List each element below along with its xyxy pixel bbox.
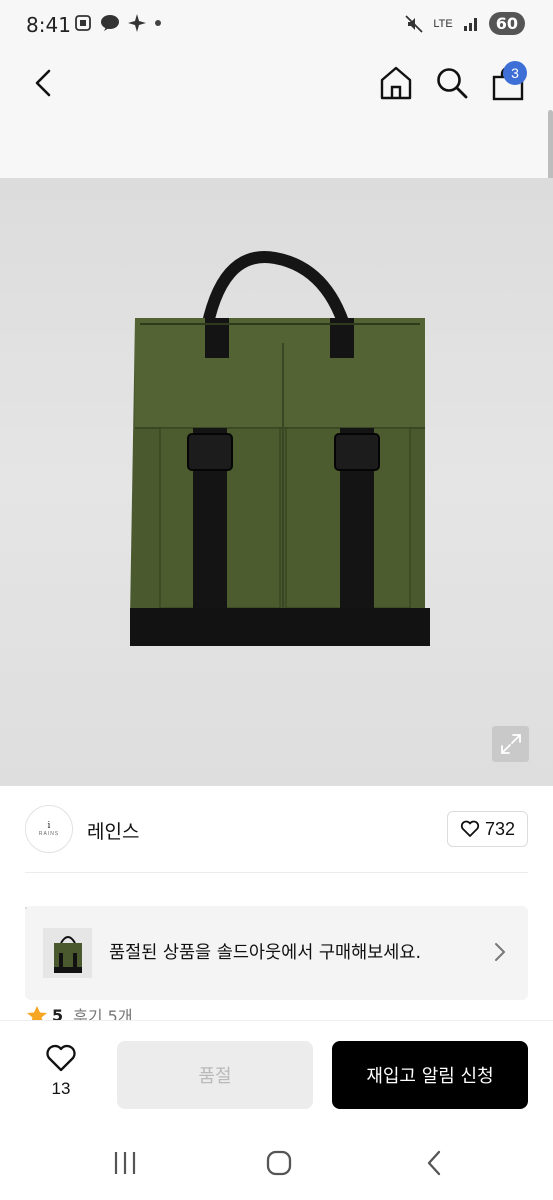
brand-logo-mark: i	[47, 820, 51, 831]
expand-icon	[500, 734, 521, 754]
network-type: LTE	[433, 17, 453, 30]
home-icon[interactable]	[379, 65, 413, 101]
soldout-button[interactable]: 품절	[117, 1041, 313, 1109]
back-nav-icon[interactable]	[424, 1149, 444, 1177]
wishlist-button[interactable]: 13	[38, 1043, 84, 1099]
tote-bag-thumbnail-image	[53, 936, 82, 973]
product-tote-bag-image	[130, 251, 430, 646]
brand-logo[interactable]: i RAINS	[25, 805, 73, 853]
back-arrow-icon[interactable]	[30, 68, 58, 98]
heart-icon	[460, 820, 480, 837]
purchase-action-bar: 13 품절 재입고 알림 신청	[0, 1020, 553, 1126]
recent-apps-icon[interactable]	[112, 1150, 138, 1176]
brand-like-count: 732	[484, 818, 516, 839]
talk-icon	[101, 15, 119, 31]
brand-logo-text: RAINS	[38, 830, 60, 837]
divider	[25, 872, 528, 873]
status-notification-icons	[74, 14, 162, 32]
home-button-icon[interactable]	[265, 1149, 293, 1177]
soldout-marketplace-banner[interactable]: 품절된 상품을 솔드아웃에서 구매해보세요.	[25, 906, 528, 1000]
app-bar	[0, 50, 553, 198]
restock-alert-button[interactable]: 재입고 알림 신청	[332, 1041, 528, 1109]
dot-icon	[155, 20, 161, 26]
brand-name[interactable]: 레인스	[87, 817, 139, 844]
banner-product-thumbnail	[43, 928, 92, 978]
signal-icon	[463, 17, 477, 31]
screenshot-icon	[75, 15, 91, 31]
system-navigation-bar	[0, 1126, 553, 1200]
chevron-right-icon	[495, 943, 506, 961]
sparkle-icon	[128, 14, 146, 32]
status-system-icons: LTE 60	[405, 12, 525, 35]
mute-icon	[405, 14, 424, 33]
search-icon[interactable]	[435, 66, 469, 100]
heart-icon	[46, 1044, 76, 1072]
expand-image-button[interactable]	[492, 726, 529, 762]
brand-like-button[interactable]: 732	[447, 811, 528, 847]
cart-count-badge: 3	[503, 61, 527, 85]
brand-row: i RAINS 레인스 732	[25, 805, 528, 855]
battery-indicator: 60	[488, 12, 525, 35]
status-bar: 8:41 LTE 60	[0, 0, 553, 50]
status-time: 8:41	[26, 13, 71, 37]
banner-text: 품절된 상품을 솔드아웃에서 구매해보세요.	[109, 943, 422, 963]
wishlist-count: 13	[51, 1079, 71, 1098]
product-image[interactable]	[0, 178, 553, 786]
